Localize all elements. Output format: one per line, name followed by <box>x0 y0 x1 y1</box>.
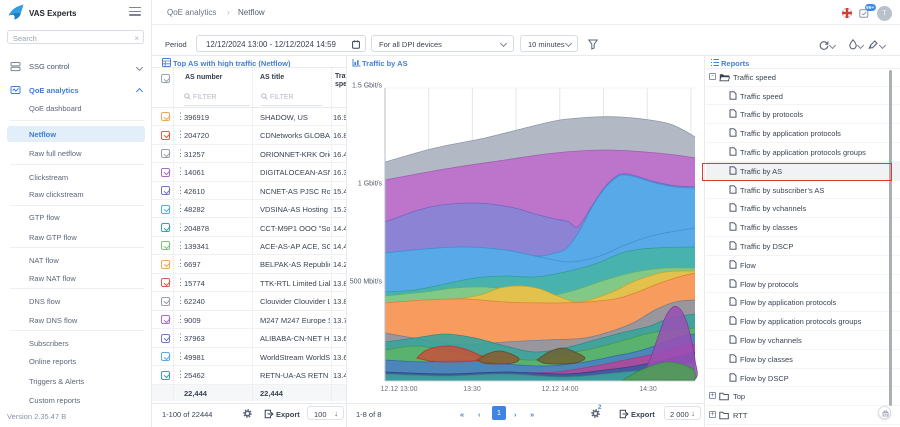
svg-text:12.12 13:00: 12.12 13:00 <box>381 386 418 393</box>
svg-text:14:30: 14:30 <box>639 386 657 393</box>
svg-text:13:30: 13:30 <box>463 386 481 393</box>
svg-text:500 Mbit/s: 500 Mbit/s <box>350 279 383 286</box>
svg-text:1 Gbit/s: 1 Gbit/s <box>358 181 383 188</box>
svg-text:1.5 Gbit/s: 1.5 Gbit/s <box>352 83 382 90</box>
svg-text:12.12 14:00: 12.12 14:00 <box>542 386 579 393</box>
